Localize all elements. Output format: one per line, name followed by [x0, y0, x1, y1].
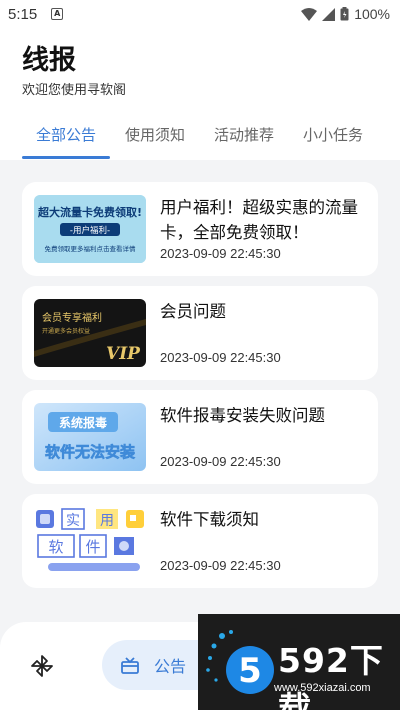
notice-card[interactable]: 会员专享福利 开通更多会员权益 VIP 会员问题 2023-09-09 22:4… — [22, 286, 378, 380]
watermark-logo-icon: 5 — [206, 630, 274, 694]
thumb-line-1: 系统报毒 — [59, 415, 107, 430]
site-watermark: 5 592下载 www.592xiazai.com — [198, 614, 400, 710]
notice-thumbnail: 实 用 软 件 — [34, 507, 146, 575]
status-icons: 100% — [301, 6, 390, 22]
thumb-line-2: 软件无法安装 — [45, 443, 136, 461]
thumb-char: 件 — [85, 538, 100, 556]
practical-software-banner: 实 用 软 件 — [34, 507, 146, 575]
status-time: 5:15 — [8, 5, 38, 23]
watermark-brand: 592下载 — [278, 641, 384, 710]
tab-all-notices[interactable]: 全部公告 — [36, 124, 96, 145]
thumb-line-2: -用户福利- — [70, 225, 110, 236]
notice-card[interactable]: 系统报毒 软件无法安装 软件报毒安装失败问题 2023-09-09 22:45:… — [22, 390, 378, 484]
thumb-line-3: 免费领取更多福利点击查看详情 — [45, 244, 137, 253]
nav-home-button[interactable] — [30, 654, 54, 678]
notice-time: 2023-09-09 22:45:30 — [160, 454, 281, 469]
tab-usage-notes[interactable]: 使用须知 — [125, 124, 185, 145]
thumb-line-1: 超大流量卡免费领取! — [37, 205, 142, 219]
tab-indicator — [22, 156, 110, 159]
tab-small-tasks[interactable]: 小小任务 — [303, 124, 363, 145]
battery-level: 100% — [354, 6, 390, 22]
page-title: 线报 — [22, 45, 76, 76]
notice-thumbnail: 会员专享福利 开通更多会员权益 VIP — [34, 299, 146, 367]
vip-banner: 会员专享福利 开通更多会员权益 VIP — [34, 299, 146, 367]
notice-thumbnail: 系统报毒 软件无法安装 — [34, 403, 146, 471]
thumb-line-3: VIP — [106, 344, 141, 364]
watermark-logo-digit: 5 — [238, 651, 262, 691]
thumb-line-1: 会员专享福利 — [42, 311, 102, 324]
tab-bar: 全部公告 使用须知 活动推荐 小小任务 — [0, 118, 400, 160]
virus-warning-banner: 系统报毒 软件无法安装 — [34, 403, 146, 471]
thumb-line-2: 开通更多会员权益 — [42, 327, 90, 335]
pinwheel-icon — [31, 655, 53, 677]
notice-time: 2023-09-09 22:45:30 — [160, 246, 281, 261]
notice-title: 用户福利！超级实惠的流量卡，全部免费领取！ — [160, 198, 358, 242]
wifi-icon — [301, 7, 318, 21]
notice-card[interactable]: 实 用 软 件 软件下载须知 2023-09-09 22:45:30 — [22, 494, 378, 588]
gift-box-icon — [121, 657, 139, 674]
tab-events[interactable]: 活动推荐 — [214, 124, 274, 145]
notice-time: 2023-09-09 22:45:30 — [160, 350, 281, 365]
thumb-char: 用 — [100, 513, 114, 529]
page-subtitle: 欢迎您使用寻软阁 — [22, 83, 127, 98]
notice-title: 会员问题 — [160, 302, 226, 321]
notice-card[interactable]: 超大流量卡免费领取! -用户福利- 免费领取更多福利点击查看详情 用户福利！超级… — [22, 182, 378, 276]
battery-icon — [340, 7, 349, 21]
notice-title: 软件报毒安装失败问题 — [160, 406, 325, 425]
notice-thumbnail: 超大流量卡免费领取! -用户福利- 免费领取更多福利点击查看详情 — [34, 195, 146, 263]
notice-title: 软件下载须知 — [160, 510, 259, 529]
signal-icon — [322, 7, 336, 21]
notification-icon: A — [51, 8, 64, 20]
watermark-url: www.592xiazai.com — [274, 682, 371, 694]
thumb-char: 实 — [66, 513, 80, 529]
top-panel: 5:15 A 100% 线报 欢迎您使用寻软阁 全部公告 使用须知 活动推荐 小… — [0, 0, 400, 160]
status-bar: 5:15 A 100% — [0, 0, 400, 28]
thumb-char: 软 — [48, 538, 63, 556]
data-card-banner: 超大流量卡免费领取! -用户福利- 免费领取更多福利点击查看详情 — [34, 195, 146, 263]
nav-notice-label: 公告 — [154, 657, 187, 676]
notice-time: 2023-09-09 22:45:30 — [160, 558, 281, 573]
